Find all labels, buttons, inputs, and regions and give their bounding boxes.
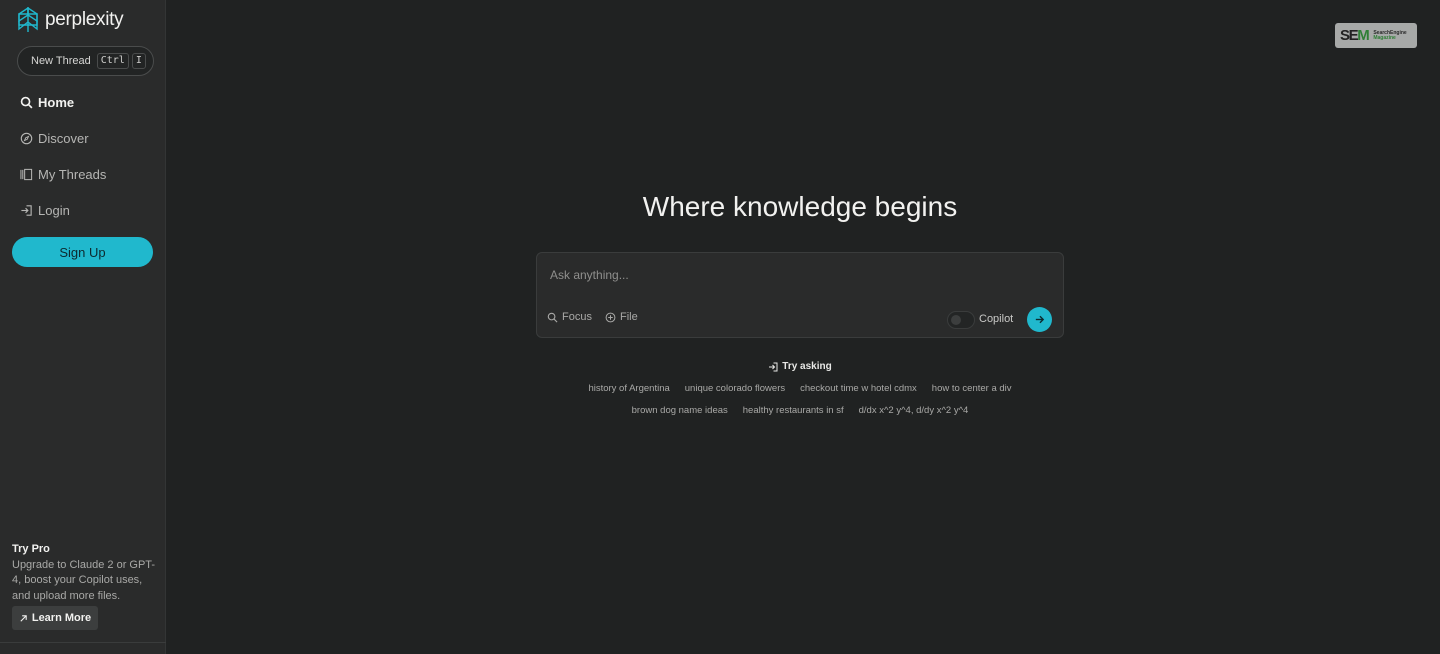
sem-watermark-m: M <box>1357 27 1370 44</box>
shortcut-key-i: I <box>131 53 146 69</box>
suggestions-row-1: history of Argentina unique colorado flo… <box>500 383 1100 394</box>
submit-button[interactable] <box>1027 307 1052 332</box>
sidebar-item-label: Home <box>38 94 75 110</box>
learn-more-button[interactable]: Learn More <box>12 606 98 630</box>
sem-watermark: SEM SearchEngine Magazine <box>1335 23 1417 48</box>
compass-icon <box>20 132 33 144</box>
search-icon <box>20 96 33 108</box>
suggestion-chip[interactable]: unique colorado flowers <box>685 383 785 394</box>
sign-up-button[interactable]: Sign Up <box>12 237 153 267</box>
plus-circle-icon <box>605 312 616 322</box>
suggestion-chip[interactable]: checkout time w hotel cdmx <box>800 383 917 394</box>
sem-watermark-se: SE <box>1340 27 1359 44</box>
file-button[interactable]: File <box>605 311 638 323</box>
focus-label: Focus <box>562 311 592 323</box>
page-title: Where knowledge begins <box>642 191 958 222</box>
suggestions-row-2: brown dog name ideas healthy restaurants… <box>500 405 1100 416</box>
new-thread-label: New Thread <box>31 55 91 67</box>
suggestion-chip[interactable]: history of Argentina <box>588 383 669 394</box>
perplexity-logo-icon <box>18 7 38 32</box>
try-asking-text: Try asking <box>782 361 832 372</box>
logo[interactable]: perplexity <box>16 7 124 33</box>
sidebar: perplexity New Thread Ctrl I Home Discov… <box>0 0 166 654</box>
suggestion-chip[interactable]: how to center a div <box>932 383 1012 394</box>
sem-watermark-letters: SEM <box>1340 27 1370 44</box>
sidebar-item-home[interactable]: Home <box>20 92 74 112</box>
sem-watermark-text: SearchEngine Magazine <box>1373 30 1406 41</box>
new-thread-button[interactable]: New Thread Ctrl I <box>17 46 154 76</box>
copilot-label: Copilot <box>979 313 1014 325</box>
sidebar-divider <box>0 642 166 643</box>
copilot-toggle[interactable] <box>947 311 975 329</box>
learn-more-label: Learn More <box>31 612 92 624</box>
suggestion-chip[interactable]: brown dog name ideas <box>632 405 728 416</box>
suggestion-chip[interactable]: d/dx x^2 y^4, d/dy x^2 y^4 <box>859 405 969 416</box>
arrow-in-icon <box>769 362 778 371</box>
shortcut-key-ctrl: Ctrl <box>96 53 129 69</box>
sidebar-item-label: My Threads <box>38 166 107 182</box>
sem-watermark-line2: Magazine <box>1373 34 1396 41</box>
try-pro-description: Upgrade to Claude 2 or GPT-4, boost your… <box>12 559 156 602</box>
suggestion-chip[interactable]: healthy restaurants in sf <box>743 405 844 416</box>
search-box: Focus File Copilot <box>536 252 1064 338</box>
sidebar-item-login[interactable]: Login <box>20 200 70 220</box>
login-icon <box>21 204 32 216</box>
sidebar-item-label: Discover <box>38 130 89 146</box>
try-pro-title: Try Pro <box>12 543 50 555</box>
logo-text: perplexity <box>45 9 124 30</box>
library-icon <box>20 168 33 180</box>
sidebar-item-label: Login <box>38 202 70 218</box>
sidebar-item-my-threads[interactable]: My Threads <box>20 164 106 184</box>
arrow-up-right-icon <box>20 614 27 622</box>
arrow-right-icon <box>1035 315 1045 324</box>
file-label: File <box>620 311 638 323</box>
search-input[interactable] <box>548 265 1048 285</box>
search-icon <box>547 312 558 322</box>
sidebar-item-discover[interactable]: Discover <box>20 128 89 148</box>
focus-button[interactable]: Focus <box>547 311 592 323</box>
try-asking-label: Try asking <box>536 361 1064 372</box>
